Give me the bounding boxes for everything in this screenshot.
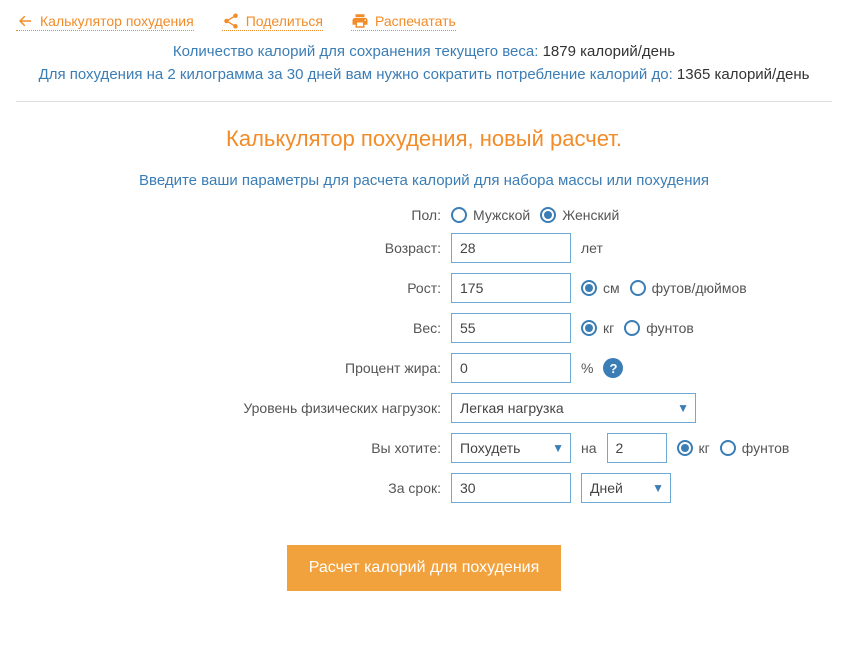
top-links: Калькулятор похудения Поделиться Распеча…: [16, 12, 832, 31]
goal-amount-input[interactable]: [607, 433, 667, 463]
gender-female-radio[interactable]: [540, 207, 556, 223]
calculator-link[interactable]: Калькулятор похудения: [16, 12, 194, 31]
gender-male-radio[interactable]: [451, 207, 467, 223]
weight-label: Вес:: [16, 320, 441, 336]
age-input[interactable]: [451, 233, 571, 263]
goal-lb-label[interactable]: фунтов: [742, 440, 790, 456]
share-link[interactable]: Поделиться: [222, 12, 323, 31]
activity-selected: Легкая нагрузка: [452, 400, 592, 416]
goal-select[interactable]: Похудеть ▼: [451, 433, 571, 463]
calculate-button[interactable]: Расчет калорий для похудения: [287, 545, 562, 591]
chevron-down-icon: ▼: [552, 441, 564, 455]
height-label: Рост:: [16, 280, 441, 296]
height-ft-radio[interactable]: [630, 280, 646, 296]
fat-unit: %: [581, 360, 593, 376]
fat-label: Процент жира:: [16, 360, 441, 376]
weight-kg-label[interactable]: кг: [603, 320, 614, 336]
gender-female-label[interactable]: Женский: [562, 207, 619, 223]
calculator-link-label: Калькулятор похудения: [40, 13, 194, 29]
results-block: Количество калорий для сохранения текуще…: [16, 43, 832, 83]
share-link-label: Поделиться: [246, 13, 323, 29]
goal-by-label: на: [581, 440, 597, 456]
gender-male-label[interactable]: Мужской: [473, 207, 530, 223]
height-input[interactable]: [451, 273, 571, 303]
goal-label: Вы хотите:: [16, 440, 441, 456]
activity-label: Уровень физических нагрузок:: [16, 400, 441, 416]
period-label: За срок:: [16, 480, 441, 496]
height-cm-label[interactable]: см: [603, 280, 620, 296]
help-icon[interactable]: ?: [603, 358, 623, 378]
print-icon: [351, 12, 369, 30]
share-icon: [222, 12, 240, 30]
weight-lb-label[interactable]: фунтов: [646, 320, 694, 336]
goal-selected: Похудеть: [452, 440, 548, 456]
page-title: Калькулятор похудения, новый расчет.: [16, 126, 832, 152]
divider: [16, 101, 832, 102]
weight-lb-radio[interactable]: [624, 320, 640, 336]
gender-label: Пол:: [16, 207, 441, 223]
print-link[interactable]: Распечатать: [351, 12, 456, 31]
lose-label: Для похудения на 2 килограмма за 30 дней…: [39, 66, 673, 83]
age-unit: лет: [581, 240, 603, 256]
height-ft-label[interactable]: футов/дюймов: [652, 280, 747, 296]
goal-kg-radio[interactable]: [677, 440, 693, 456]
chevron-down-icon: ▼: [652, 481, 664, 495]
fat-input[interactable]: [451, 353, 571, 383]
height-cm-radio[interactable]: [581, 280, 597, 296]
period-unit-selected: Дней: [582, 480, 651, 496]
lose-value: 1365 калорий/день: [677, 66, 810, 83]
period-input[interactable]: [451, 473, 571, 503]
maintain-value: 1879 калорий/день: [543, 43, 676, 60]
weight-input[interactable]: [451, 313, 571, 343]
goal-lb-radio[interactable]: [720, 440, 736, 456]
subtitle: Введите ваши параметры для расчета калор…: [16, 172, 832, 189]
activity-select[interactable]: Легкая нагрузка ▼: [451, 393, 696, 423]
age-label: Возраст:: [16, 240, 441, 256]
goal-kg-label[interactable]: кг: [699, 440, 710, 456]
weight-kg-radio[interactable]: [581, 320, 597, 336]
calculator-form: Пол: Мужской Женский Возраст: лет Рост: …: [16, 207, 832, 503]
print-link-label: Распечатать: [375, 13, 456, 29]
arrow-left-icon: [16, 12, 34, 30]
chevron-down-icon: ▼: [677, 401, 689, 415]
maintain-label: Количество калорий для сохранения текуще…: [173, 43, 538, 60]
period-unit-select[interactable]: Дней ▼: [581, 473, 671, 503]
